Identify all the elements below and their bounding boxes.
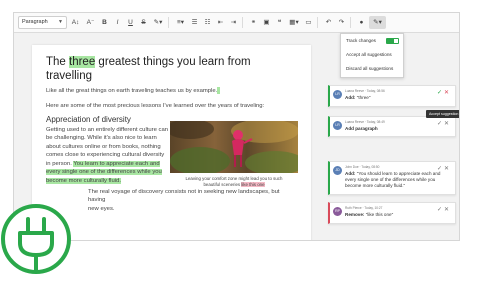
- title-text: The: [46, 56, 70, 68]
- numbered-list-icon[interactable]: ☷: [202, 16, 213, 29]
- outdent-icon[interactable]: ⇤: [215, 16, 226, 29]
- body-paragraph: Getting used to an entirely different cu…: [46, 126, 170, 185]
- avatar: LR: [333, 90, 342, 99]
- align-button[interactable]: ≡▾: [174, 16, 187, 29]
- font-family-button[interactable]: A⁻: [84, 16, 97, 29]
- link-icon[interactable]: ⚭: [248, 16, 259, 29]
- underline-button[interactable]: U: [125, 16, 136, 29]
- suggestion-meta: John Doe · Today, 08:50: [345, 165, 380, 169]
- chevron-down-icon: ▼: [58, 19, 63, 25]
- suggestion-actions: ✓✕: [437, 206, 451, 213]
- accept-suggestion-icon[interactable]: ✓: [437, 207, 444, 213]
- image-icon[interactable]: ▣: [261, 16, 272, 29]
- suggestion-action: Add paragraph: [345, 126, 378, 131]
- suggestion-text: Remove: "like this one": [345, 212, 441, 218]
- toolbar-divider: [242, 17, 243, 28]
- caption-suggestion[interactable]: like this one: [241, 182, 265, 187]
- italic-label: I: [116, 19, 119, 26]
- menu-item-accept-all[interactable]: Accept all suggestions: [341, 48, 403, 62]
- menu-item-discard-all[interactable]: Discard all suggestions: [341, 62, 403, 76]
- italic-button[interactable]: I: [112, 16, 123, 29]
- font-size-button[interactable]: A↕: [69, 16, 82, 29]
- quote-icon[interactable]: ❝: [274, 16, 285, 29]
- paragraph-suggestion-marker[interactable]: [217, 87, 221, 94]
- suggestion-meta: Luana Reeve · Today, 08:49: [345, 120, 385, 124]
- caption-text: Leaving your comfort zone might lead you…: [185, 176, 283, 187]
- suggestion-card[interactable]: LR Luana Reeve · Today, 08:49 Add paragr…: [328, 116, 456, 137]
- suggestion-content: "like this one": [365, 212, 394, 217]
- landscape-photo: [170, 121, 298, 173]
- image-figure[interactable]: Leaving your comfort zone might lead you…: [170, 121, 298, 188]
- quote-line: new eyes.: [88, 205, 115, 212]
- reject-suggestion-icon[interactable]: ✕: [444, 207, 451, 213]
- strikethrough-button[interactable]: S: [138, 16, 149, 29]
- menu-item-label: Track changes: [346, 38, 376, 43]
- bold-button[interactable]: B: [99, 16, 110, 29]
- avatar: JD: [333, 166, 342, 175]
- strikethrough-label: S: [141, 19, 146, 26]
- intro-paragraph: Like all the great things on earth trave…: [46, 87, 297, 96]
- redo-icon[interactable]: ↷: [336, 16, 347, 29]
- underline-label: U: [128, 19, 133, 26]
- suggestion-actions: ✓✕: [437, 165, 451, 172]
- suggestion-meta: Ruth Pierce · Today, 10:27: [345, 206, 383, 210]
- menu-item-label: Discard all suggestions: [346, 66, 394, 71]
- table-icon[interactable]: ▦▾: [287, 16, 301, 29]
- suggestion-actions: ✓✕: [437, 120, 451, 127]
- suggestion-action: Add:: [345, 171, 356, 176]
- suggestion-text: Add: "You should learn to appreciate eac…: [345, 171, 441, 189]
- quote-paragraph: The real voyage of discovery consists no…: [46, 188, 297, 213]
- paragraph-select-label: Paragraph: [22, 19, 48, 25]
- bold-label: B: [102, 19, 107, 26]
- toolbar-divider: [350, 17, 351, 28]
- quote-line: The real voyage of discovery consists no…: [88, 188, 280, 204]
- suggestion-text: Add paragraph: [345, 126, 441, 132]
- track-changes-toggle[interactable]: [386, 38, 399, 44]
- intro-text: Like all the great things on earth trave…: [46, 88, 218, 95]
- suggestion-action: Add:: [345, 95, 356, 100]
- title-suggestion[interactable]: three: [69, 56, 96, 68]
- reject-suggestion-icon[interactable]: ✕: [444, 90, 451, 96]
- toolbar-divider: [168, 17, 169, 28]
- avatar: LR: [333, 121, 342, 130]
- editor-toolbar: Paragraph ▼ A↕ A⁻ B I U S ✎▾ ≡▾ ☰ ☷ ⇤ ⇥ …: [14, 13, 459, 33]
- suggestion-card[interactable]: LR Luana Reeve · Today, 08:56 Add: "thre…: [328, 85, 456, 107]
- track-changes-menu: Track changes Accept all suggestions Dis…: [340, 33, 404, 78]
- suggestion-card[interactable]: RP Ruth Pierce · Today, 10:27 Remove: "l…: [328, 202, 456, 224]
- avatar: RP: [333, 207, 342, 216]
- track-changes-button[interactable]: ✎▾: [369, 16, 386, 29]
- paragraph-select[interactable]: Paragraph ▼: [18, 16, 67, 29]
- menu-item-track-changes[interactable]: Track changes: [341, 34, 403, 48]
- media-icon[interactable]: ▭: [303, 16, 314, 29]
- suggestion-action: Remove:: [345, 212, 365, 217]
- toolbar-divider: [317, 17, 318, 28]
- suggestion-content: "three": [356, 95, 371, 100]
- editor-window: Paragraph ▼ A↕ A⁻ B I U S ✎▾ ≡▾ ☰ ☷ ⇤ ⇥ …: [13, 12, 460, 241]
- intro-paragraph-2: Here are some of the most precious lesso…: [46, 102, 265, 109]
- undo-icon[interactable]: ↶: [323, 16, 334, 29]
- reject-suggestion-icon[interactable]: ✕: [444, 166, 451, 172]
- comment-icon[interactable]: ●: [356, 16, 367, 29]
- reject-suggestion-icon[interactable]: ✕: [444, 121, 451, 127]
- plug-icon: [1, 204, 71, 274]
- indent-icon[interactable]: ⇥: [228, 16, 239, 29]
- document-title: The three greatest things you learn from…: [46, 55, 297, 83]
- bulleted-list-icon[interactable]: ☰: [189, 16, 200, 29]
- suggestion-actions: ✓✕: [437, 89, 451, 96]
- suggestion-card[interactable]: JD John Doe · Today, 08:50 Add: "You sho…: [328, 161, 456, 195]
- image-caption: Leaving your comfort zone might lead you…: [170, 176, 298, 188]
- accept-suggestion-tooltip: Accept suggestion: [426, 110, 459, 118]
- suggestion-text: Add: "three": [345, 95, 441, 101]
- photo-illustration: [170, 121, 298, 173]
- suggestion-content: "You should learn to appreciate each and…: [345, 171, 441, 188]
- accept-suggestion-icon[interactable]: ✓: [437, 90, 444, 96]
- highlight-button[interactable]: ✎▾: [151, 16, 165, 29]
- accept-suggestion-icon[interactable]: ✓: [437, 121, 444, 127]
- suggestion-meta: Luana Reeve · Today, 08:56: [345, 89, 385, 93]
- accept-suggestion-icon[interactable]: ✓: [437, 166, 444, 172]
- menu-item-label: Accept all suggestions: [346, 52, 392, 57]
